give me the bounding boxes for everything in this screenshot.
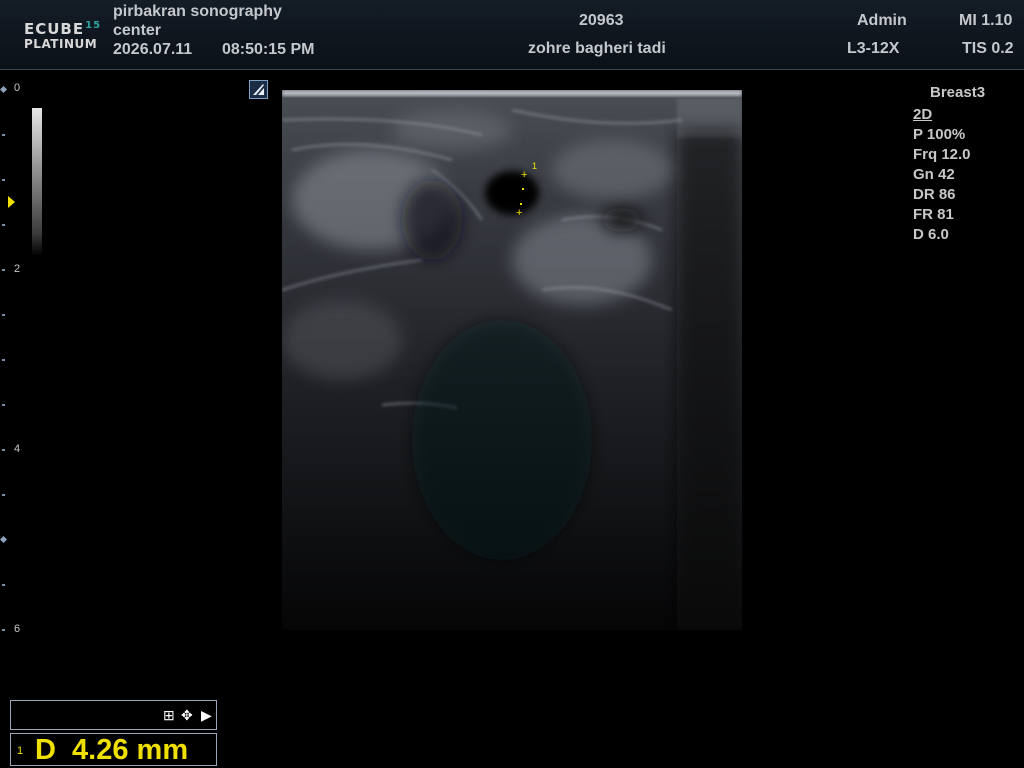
depth-label-2: 2 xyxy=(14,263,21,275)
grid-icon[interactable]: ⊞ xyxy=(163,707,175,723)
depth-tick xyxy=(2,629,5,631)
center-name-line1: pirbakran sonography xyxy=(113,3,282,20)
play-arrow-icon[interactable]: ▶ xyxy=(201,707,212,723)
depth-tick xyxy=(2,584,5,586)
measurement-control-box: ⊞ ✥ ▶ xyxy=(10,700,217,730)
logo: ECUBE15 PLATINUM xyxy=(24,20,106,54)
depth-tick xyxy=(2,404,5,406)
logo-text-bottom: PLATINUM xyxy=(24,37,98,51)
caliper-start-icon[interactable]: + xyxy=(521,170,527,181)
exam-date: 2026.07.11 xyxy=(113,41,193,58)
power-value: P 100% xyxy=(913,126,966,143)
measurement-value: D 4.26 mm xyxy=(35,734,189,766)
ultrasound-image[interactable] xyxy=(282,90,742,630)
exam-time: 08:50:15 PM xyxy=(222,41,315,58)
depth-marker xyxy=(0,85,8,94)
depth-label-4: 4 xyxy=(14,443,21,455)
depth-tick xyxy=(2,359,5,361)
center-name-line2: center xyxy=(113,22,162,39)
patient-name: zohre bagheri tadi xyxy=(528,40,666,57)
move-icon[interactable]: ✥ xyxy=(181,707,193,723)
preset-name: Breast3 xyxy=(930,84,986,101)
depth-tick xyxy=(2,494,5,496)
caliper-end-icon[interactable]: + xyxy=(516,208,522,219)
caliper-dot xyxy=(522,188,524,190)
header-bar: ECUBE15 PLATINUM pirbakran sonography ce… xyxy=(0,0,1024,70)
operator-name: Admin xyxy=(857,12,907,29)
logo-number: 15 xyxy=(85,20,102,31)
measurement-index: 1 xyxy=(17,745,24,757)
depth-label-6: 6 xyxy=(14,623,21,635)
depth-value: D 6.0 xyxy=(913,226,949,243)
tis-value: TIS 0.2 xyxy=(962,40,1014,57)
auto-optimize-button[interactable] xyxy=(249,80,268,99)
depth-tick xyxy=(2,134,5,136)
depth-tick xyxy=(2,179,5,181)
frequency-value: Frq 12.0 xyxy=(913,146,971,163)
depth-tick xyxy=(2,269,5,271)
auto-icon xyxy=(253,84,264,95)
depth-marker xyxy=(0,535,8,544)
measurement-result-box: 1 D 4.26 mm xyxy=(10,733,217,766)
probe-name: L3-12X xyxy=(847,40,900,57)
caliper-dot xyxy=(520,203,522,205)
mi-value: MI 1.10 xyxy=(959,12,1013,29)
frame-rate-value: FR 81 xyxy=(913,206,954,223)
focus-position-marker[interactable] xyxy=(8,196,15,208)
mode-label: 2D xyxy=(913,106,933,123)
depth-tick xyxy=(2,224,5,226)
depth-tick xyxy=(2,314,5,316)
depth-tick xyxy=(2,449,5,451)
patient-id: 20963 xyxy=(579,12,624,29)
caliper-label: 1 xyxy=(532,161,538,171)
dynamic-range-value: DR 86 xyxy=(913,186,956,203)
gain-value: Gn 42 xyxy=(913,166,955,183)
grayscale-map-bar xyxy=(32,108,42,256)
ultrasound-screen: ECUBE15 PLATINUM pirbakran sonography ce… xyxy=(0,0,1024,768)
depth-label-0: 0 xyxy=(14,82,21,94)
logo-text-top: ECUBE xyxy=(24,20,85,38)
